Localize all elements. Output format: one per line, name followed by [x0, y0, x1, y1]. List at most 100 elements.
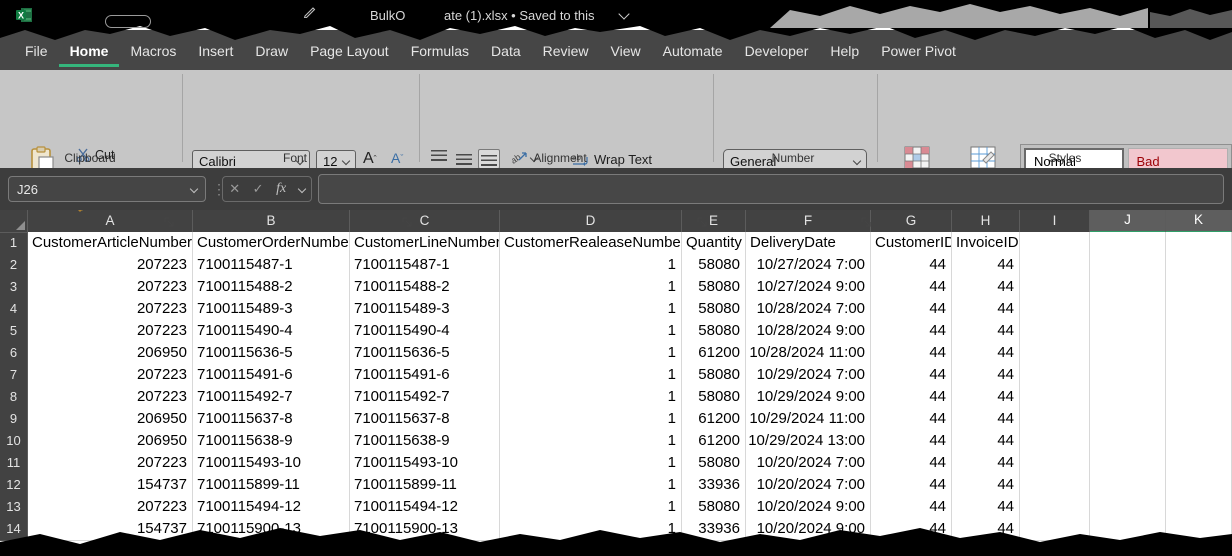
cell[interactable]: 1 — [500, 408, 682, 431]
cell[interactable]: 7100115638-9 — [193, 430, 350, 453]
cell[interactable]: 44 — [871, 386, 952, 409]
column-header-H[interactable]: H — [952, 210, 1020, 233]
row-header-7[interactable]: 7 — [0, 364, 28, 387]
cell[interactable]: 206950 — [28, 408, 193, 431]
cell[interactable] — [1020, 452, 1090, 475]
title-dropdown-chevron[interactable] — [618, 8, 629, 19]
cell[interactable]: 7100115492-7 — [193, 386, 350, 409]
cell[interactable]: 7100115637-8 — [350, 408, 500, 431]
cell[interactable]: 44 — [952, 474, 1020, 497]
cell[interactable]: 154737 — [28, 474, 193, 497]
cell[interactable]: 7100115899-11 — [350, 474, 500, 497]
cell[interactable] — [1090, 430, 1166, 453]
cell[interactable]: 10/29/2024 9:00 — [746, 386, 871, 409]
cell[interactable]: 7100115489-3 — [350, 298, 500, 321]
cell[interactable]: CustomerLineNumber — [350, 232, 500, 255]
column-header-E[interactable]: E — [682, 210, 746, 233]
cell[interactable] — [1166, 452, 1232, 475]
cell[interactable] — [1020, 474, 1090, 497]
cell[interactable]: 44 — [871, 496, 952, 519]
autosave-toggle[interactable] — [105, 15, 151, 28]
cell[interactable]: 58080 — [682, 364, 746, 387]
cell[interactable]: CustomerID — [871, 232, 952, 255]
cell[interactable]: 7100115494-12 — [193, 496, 350, 519]
name-box-chevron[interactable] — [190, 185, 198, 193]
cell[interactable]: 1 — [500, 254, 682, 277]
cell[interactable]: 207223 — [28, 452, 193, 475]
cell[interactable]: 207223 — [28, 276, 193, 299]
cell[interactable]: 1 — [500, 452, 682, 475]
cell[interactable]: 44 — [871, 298, 952, 321]
cell[interactable] — [1090, 342, 1166, 365]
cell[interactable] — [1090, 364, 1166, 387]
cell[interactable]: 7100115494-12 — [350, 496, 500, 519]
confirm-entry-icon[interactable]: ✓ — [253, 181, 264, 197]
cell[interactable]: 1 — [500, 298, 682, 321]
decrease-font-size-button[interactable]: Aˇ — [391, 150, 403, 166]
cell[interactable] — [1020, 386, 1090, 409]
cell[interactable]: 58080 — [682, 496, 746, 519]
cell[interactable] — [1090, 474, 1166, 497]
row-header-1[interactable]: 1 — [0, 232, 28, 255]
cell[interactable] — [1090, 232, 1166, 255]
cell[interactable]: 61200 — [682, 408, 746, 431]
cell[interactable] — [1166, 342, 1232, 365]
cell[interactable] — [1166, 386, 1232, 409]
cell[interactable]: 7100115899-11 — [193, 474, 350, 497]
cell[interactable]: 10/29/2024 7:00 — [746, 364, 871, 387]
cell[interactable] — [1166, 474, 1232, 497]
cell[interactable]: 44 — [952, 254, 1020, 277]
cell[interactable]: 206950 — [28, 430, 193, 453]
cell[interactable] — [1020, 298, 1090, 321]
cell[interactable]: 10/27/2024 9:00 — [746, 276, 871, 299]
cell[interactable]: 44 — [871, 364, 952, 387]
cell[interactable]: 58080 — [682, 276, 746, 299]
cell[interactable]: 10/20/2024 9:00 — [746, 518, 871, 541]
cell[interactable]: 10/28/2024 11:00 — [746, 342, 871, 365]
cell[interactable]: 1 — [500, 342, 682, 365]
cell[interactable]: DeliveryDate — [746, 232, 871, 255]
cell[interactable] — [1020, 342, 1090, 365]
name-box[interactable]: J26 — [8, 176, 206, 202]
cell[interactable]: 10/20/2024 7:00 — [746, 452, 871, 475]
cell[interactable]: 44 — [952, 364, 1020, 387]
cell[interactable] — [1020, 276, 1090, 299]
cell[interactable] — [1020, 430, 1090, 453]
cell[interactable] — [1020, 232, 1090, 255]
cell[interactable]: 10/29/2024 11:00 — [746, 408, 871, 431]
cell[interactable]: 44 — [871, 474, 952, 497]
cell[interactable]: 44 — [871, 430, 952, 453]
cell[interactable]: 44 — [871, 518, 952, 541]
cell[interactable]: 58080 — [682, 386, 746, 409]
cell[interactable]: 7100115487-1 — [193, 254, 350, 277]
cell[interactable]: 61200 — [682, 430, 746, 453]
cell[interactable]: InvoiceID — [952, 232, 1020, 255]
cell[interactable]: 10/20/2024 7:00 — [746, 474, 871, 497]
cell[interactable] — [1090, 320, 1166, 343]
row-header-6[interactable]: 6 — [0, 342, 28, 365]
cell[interactable]: 58080 — [682, 298, 746, 321]
cell[interactable] — [1166, 518, 1232, 541]
cell[interactable]: 7100115900-13 — [350, 518, 500, 541]
cell[interactable]: 207223 — [28, 364, 193, 387]
cell[interactable]: 7100115491-6 — [193, 364, 350, 387]
cell[interactable]: 10/27/2024 7:00 — [746, 254, 871, 277]
column-header-C[interactable]: C — [350, 210, 500, 233]
cell[interactable] — [1090, 518, 1166, 541]
column-header-B[interactable]: B — [193, 210, 350, 233]
cell[interactable] — [1020, 496, 1090, 519]
cell[interactable]: 206950 — [28, 342, 193, 365]
cell[interactable]: CustomerRealeaseNumber — [500, 232, 682, 255]
row-header-14[interactable]: 14 — [0, 518, 28, 541]
column-header-F[interactable]: F — [746, 210, 871, 233]
cell[interactable]: 207223 — [28, 386, 193, 409]
align-bottom-button[interactable] — [478, 149, 500, 169]
cell[interactable] — [1166, 364, 1232, 387]
cell[interactable] — [1020, 254, 1090, 277]
cell[interactable] — [1166, 430, 1232, 453]
cell[interactable]: 10/29/2024 13:00 — [746, 430, 871, 453]
cell[interactable]: 10/28/2024 7:00 — [746, 298, 871, 321]
cell[interactable]: 7100115637-8 — [193, 408, 350, 431]
alignment-dialog-launcher[interactable] — [697, 216, 709, 234]
cell[interactable]: 7100115491-6 — [350, 364, 500, 387]
